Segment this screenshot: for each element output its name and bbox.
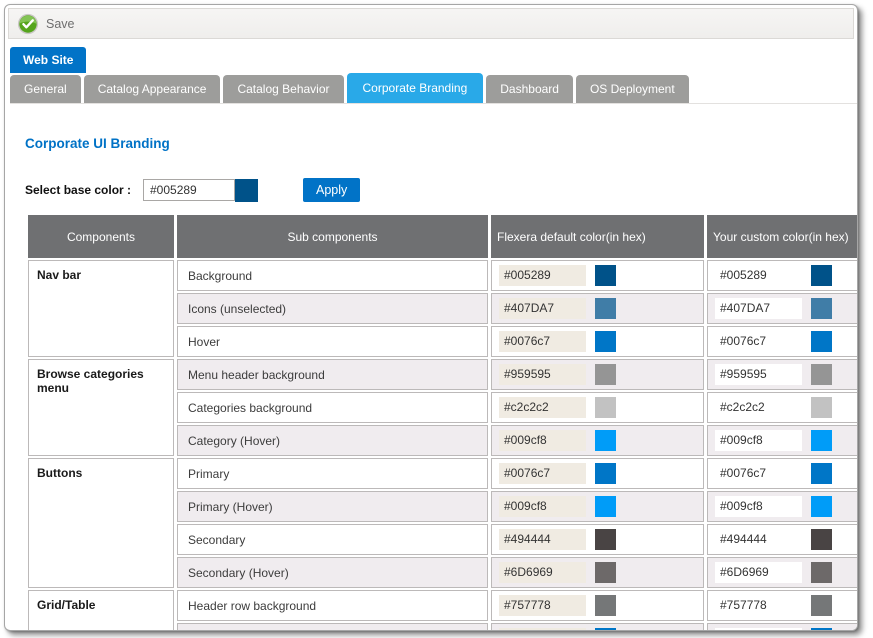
custom-color-swatch[interactable] [811,496,832,517]
component-group-browse-categories: Browse categories menu [28,359,174,456]
base-color-input[interactable] [143,179,235,201]
column-header-components: Components [28,215,174,258]
default-color-swatch [595,298,616,319]
default-color-swatch [595,430,616,451]
tab-catalog-behavior[interactable]: Catalog Behavior [223,75,343,103]
default-color-value: #0076c7 [499,628,586,631]
custom-color-swatch[interactable] [811,331,832,352]
default-color-value: #407DA7 [499,298,586,319]
default-color-value: #009cf8 [499,430,586,451]
subcomponent-label: Header row background [177,590,488,621]
custom-color-input[interactable] [715,595,802,616]
base-color-label: Select base color : [25,183,143,197]
site-tab-row: Web Site [10,47,857,72]
branding-table: Components Sub components Flexera defaul… [25,213,858,631]
subcomponent-label: Secondary [177,524,488,555]
tab-content: Corporate UI Branding Select base color … [5,136,857,631]
default-color-value: #6D6969 [499,562,586,583]
subcomponent-label: Secondary (Hover) [177,557,488,588]
custom-color-swatch[interactable] [811,562,832,583]
default-color-swatch [595,496,616,517]
tab-general[interactable]: General [10,75,81,103]
custom-color-swatch[interactable] [811,397,832,418]
custom-color-swatch[interactable] [811,529,832,550]
base-color-row: Select base color : Apply [25,178,857,202]
default-color-swatch [595,331,616,352]
custom-color-input[interactable] [715,265,802,286]
custom-color-input[interactable] [715,331,802,352]
column-header-custom-color: Your custom color(in hex) [707,215,858,258]
custom-color-input[interactable] [715,298,802,319]
table-row: Browse categories menu Menu header backg… [28,359,858,390]
tab-corporate-branding[interactable]: Corporate Branding [347,73,484,103]
custom-color-swatch[interactable] [811,595,832,616]
custom-color-input[interactable] [715,529,802,550]
subcomponent-label: Icons (unselected) [177,293,488,324]
custom-color-swatch[interactable] [811,265,832,286]
custom-color-swatch[interactable] [811,364,832,385]
default-color-swatch [595,562,616,583]
tab-catalog-appearance[interactable]: Catalog Appearance [84,75,221,103]
custom-color-input[interactable] [715,463,802,484]
default-color-value: #0076c7 [499,331,586,352]
table-row: Nav bar Background #005289 [28,260,858,291]
column-header-default-color: Flexera default color(in hex) [491,215,704,258]
component-group-nav-bar: Nav bar [28,260,174,357]
custom-color-swatch[interactable] [811,463,832,484]
custom-color-input[interactable] [715,628,802,631]
table-row: Buttons Primary #0076c7 [28,458,858,489]
tab-strip: General Catalog Appearance Catalog Behav… [10,75,857,104]
default-color-swatch [595,529,616,550]
subcomponent-label: Primary (Hover) [177,491,488,522]
default-color-value: #c2c2c2 [499,397,586,418]
custom-color-input[interactable] [715,496,802,517]
tab-web-site[interactable]: Web Site [10,47,86,73]
default-color-swatch [595,595,616,616]
custom-color-swatch[interactable] [811,298,832,319]
subcomponent-label: Background [177,260,488,291]
default-color-value: #494444 [499,529,586,550]
save-check-icon [17,13,39,35]
subcomponent-label: Category (Hover) [177,425,488,456]
default-color-value: #0076c7 [499,463,586,484]
tab-os-deployment[interactable]: OS Deployment [576,75,689,103]
custom-color-input[interactable] [715,562,802,583]
custom-color-swatch[interactable] [811,628,832,631]
custom-color-input[interactable] [715,364,802,385]
table-row: Grid/Table Header row background #757778 [28,590,858,621]
subcomponent-label: Menu header background [177,359,488,390]
default-color-swatch [595,265,616,286]
subcomponent-label: Categories background [177,392,488,423]
custom-color-swatch[interactable] [811,430,832,451]
default-color-swatch [595,364,616,385]
subcomponent-label: Hover [177,326,488,357]
page-title: Corporate UI Branding [25,136,857,151]
base-color-swatch[interactable] [235,179,258,202]
component-group-grid-table: Grid/Table [28,590,174,631]
subcomponent-label: Primary [177,458,488,489]
tab-dashboard[interactable]: Dashboard [486,75,573,103]
apply-button[interactable]: Apply [303,178,360,202]
settings-window: Save Web Site General Catalog Appearance… [4,4,858,631]
component-group-buttons: Buttons [28,458,174,588]
custom-color-input[interactable] [715,430,802,451]
custom-color-input[interactable] [715,397,802,418]
default-color-value: #757778 [499,595,586,616]
column-header-subcomponents: Sub components [177,215,488,258]
toolbar: Save [8,8,854,39]
default-color-value: #005289 [499,265,586,286]
default-color-value: #959595 [499,364,586,385]
default-color-value: #009cf8 [499,496,586,517]
save-button-label: Save [46,17,75,31]
save-button[interactable]: Save [17,13,75,35]
default-color-swatch [595,628,616,631]
subcomponent-label: Row selection background [177,623,488,631]
default-color-swatch [595,397,616,418]
default-color-swatch [595,463,616,484]
